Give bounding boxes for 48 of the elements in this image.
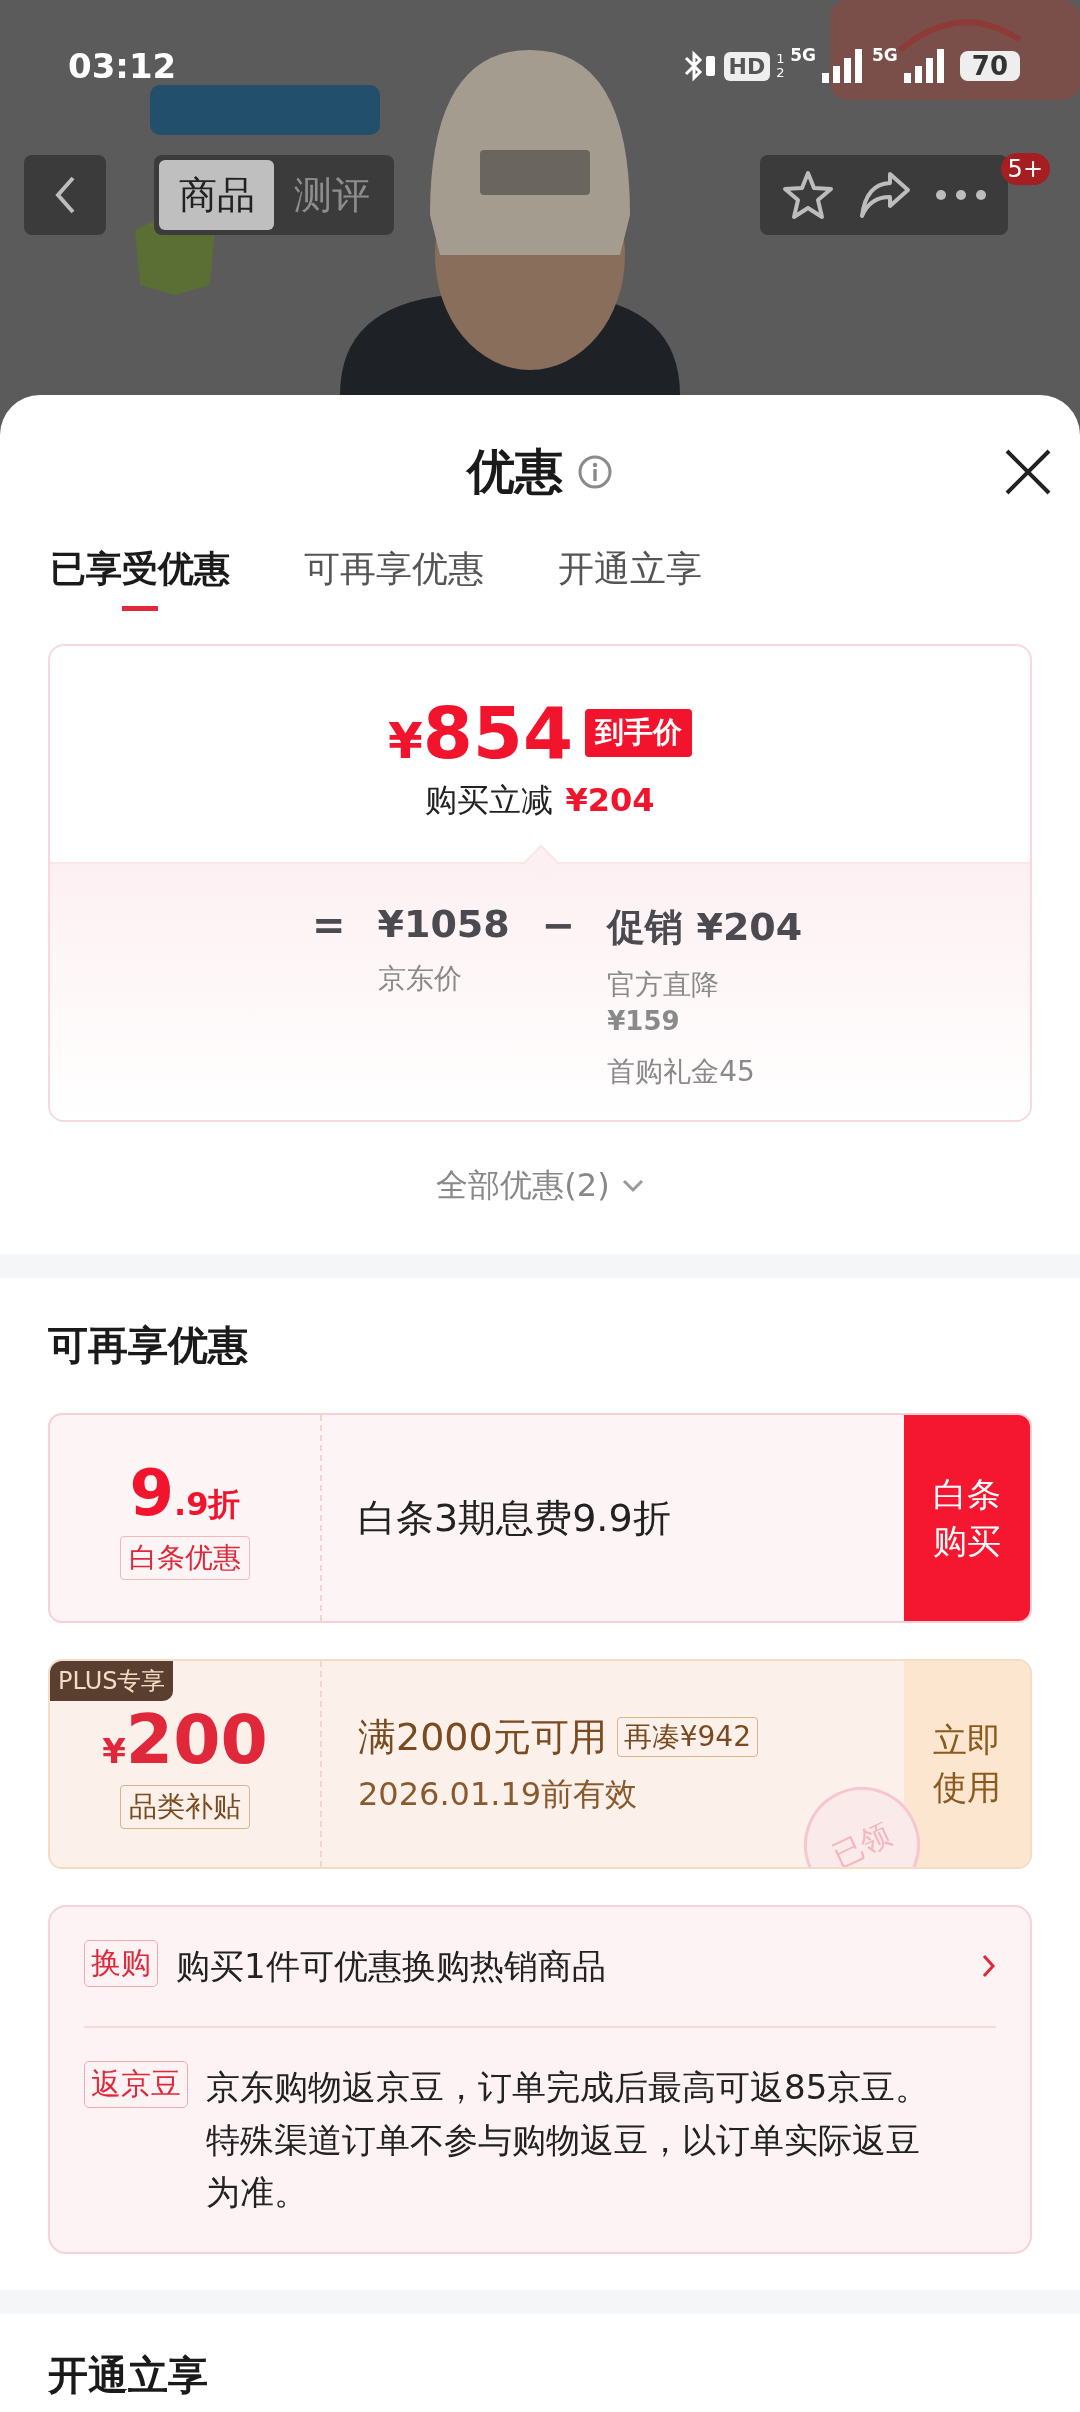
coupon-action-button[interactable]: 白条购买 <box>904 1415 1030 1622</box>
page-tab[interactable]: 商品 <box>159 160 274 230</box>
section-title: 可再享优惠 <box>48 1321 249 1371</box>
list-price: ¥1058 <box>377 902 510 946</box>
back-icon <box>54 175 76 215</box>
offer-tab[interactable]: 开通立享 <box>558 545 702 616</box>
offer-tab[interactable]: 可再享优惠 <box>304 545 484 616</box>
coupon-value: ¥200 <box>102 1699 268 1779</box>
saving-amount: ¥204 <box>565 781 655 819</box>
equals-sign: = <box>312 902 346 948</box>
benefit-text: 购买1件可优惠换购热销商品 <box>176 1945 607 1989</box>
more-icon[interactable] <box>934 189 987 201</box>
coupon-text: 白条3期息费9.9折 <box>358 1494 672 1542</box>
final-price: ¥854 <box>387 691 574 775</box>
status-time: 03:12 <box>68 46 177 86</box>
benefit-tag: 换购 <box>84 1940 158 1988</box>
list-price-label: 京东价 <box>377 961 463 997</box>
benefit-tag: 返京豆 <box>84 2060 188 2108</box>
coupon-validity: 2026.01.19前有效 <box>358 1773 639 1815</box>
info-icon[interactable] <box>577 454 613 490</box>
promo-total: 促销 ¥204 <box>607 904 803 951</box>
promo-item: 首购礼金45 <box>607 1053 756 1090</box>
back-button[interactable] <box>24 155 106 235</box>
close-icon[interactable] <box>1004 448 1052 496</box>
share-icon[interactable] <box>858 170 912 220</box>
coupon-action-button[interactable]: 立即使用 <box>904 1661 1030 1868</box>
plus-ribbon: PLUS专享 <box>50 1661 174 1702</box>
coupon-tag: 品类补贴 <box>120 1784 250 1829</box>
coupon-extra-tag: 再凑¥942 <box>616 1717 758 1758</box>
minus-sign: − <box>541 902 576 948</box>
coupon-value: 9.9折 <box>129 1456 241 1531</box>
notification-badge: 5+ <box>1000 153 1050 185</box>
section-title: 开通立享 <box>48 2350 209 2400</box>
star-icon[interactable] <box>781 169 836 221</box>
saving-label: 购买立减 <box>425 780 554 821</box>
network-label: 5G <box>872 45 898 65</box>
show-all-link[interactable]: 全部优惠(2) <box>436 1156 644 1255</box>
battery-indicator: 70 <box>959 51 1020 81</box>
chevron-right-icon[interactable] <box>982 1954 996 1979</box>
network-label: 5G <box>790 45 816 65</box>
sim-slots: 12 <box>776 52 785 80</box>
coupon-text: 满2000元可用 <box>358 1713 607 1761</box>
chevron-down-icon <box>621 1179 644 1194</box>
coupon-tag: 白条优惠 <box>120 1536 250 1581</box>
sheet-title: 优惠 <box>467 442 563 501</box>
price-tag: 到手价 <box>585 709 693 757</box>
benefit-text: 京东购物返京豆，订单完成后最高可返85京豆。特殊渠道订单不参与购物返豆，以订单实际返豆为准。 <box>206 2065 931 2215</box>
promo-item: 官方直降 ¥159 <box>607 967 721 1039</box>
